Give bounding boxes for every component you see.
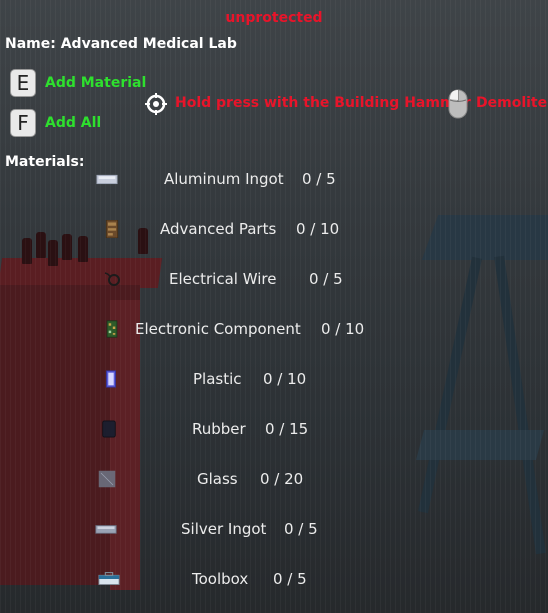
material-name: Advanced Parts: [160, 220, 277, 238]
material-name: Plastic: [193, 370, 242, 388]
add-material-action[interactable]: Add Material: [45, 75, 146, 91]
rubber-icon: [102, 420, 116, 438]
electronic-component-icon: [106, 320, 118, 338]
protection-status: unprotected: [225, 10, 323, 26]
material-count: 0 / 15: [265, 420, 309, 438]
material-row: Plastic 0 / 10: [0, 368, 548, 392]
material-name: Toolbox: [192, 570, 249, 588]
key-f-icon: F: [11, 110, 35, 136]
build-overlay: unprotected Name: Advanced Medical Lab E…: [0, 0, 548, 613]
electrical-wire-icon: [104, 272, 120, 286]
silver-ingot-icon: [95, 525, 117, 534]
material-name: Rubber: [192, 420, 246, 438]
material-row: Electrical Wire 0 / 5: [0, 268, 548, 292]
toolbox-icon: [98, 572, 120, 585]
material-count: 0 / 5: [284, 520, 318, 538]
material-row: Advanced Parts 0 / 10: [0, 218, 548, 242]
material-name: Glass: [197, 470, 238, 488]
material-count: 0 / 20: [260, 470, 304, 488]
material-row: Rubber 0 / 15: [0, 418, 548, 442]
material-name: Silver Ingot: [181, 520, 267, 538]
material-count: 0 / 10: [263, 370, 307, 388]
hold-press-hint: Hold press with the Building Hammer: [175, 95, 471, 111]
crosshair-icon: [145, 93, 167, 115]
material-row: Toolbox 0 / 5: [0, 568, 548, 592]
mouse-icon: [448, 89, 468, 119]
structure-name: Name: Advanced Medical Lab: [5, 36, 237, 52]
material-row: Electronic Component 0 / 10: [0, 318, 548, 342]
material-row: Silver Ingot 0 / 5: [0, 518, 548, 542]
demolite-hint: Demolite: [476, 95, 548, 111]
plastic-icon: [106, 370, 116, 388]
aluminum-ingot-icon: [96, 174, 118, 185]
material-count: 0 / 10: [296, 220, 340, 238]
material-count: 0 / 5: [302, 170, 336, 188]
key-e-icon: E: [11, 70, 35, 96]
material-count: 0 / 10: [321, 320, 365, 338]
add-all-action[interactable]: Add All: [45, 115, 101, 131]
glass-icon: [98, 470, 116, 488]
material-name: Electronic Component: [135, 320, 301, 338]
material-name: Electrical Wire: [169, 270, 277, 288]
material-row: Aluminum Ingot 0 / 5: [0, 168, 548, 192]
material-row: Glass 0 / 20: [0, 468, 548, 492]
material-count: 0 / 5: [309, 270, 343, 288]
material-count: 0 / 5: [273, 570, 307, 588]
advanced-parts-icon: [105, 220, 119, 238]
material-name: Aluminum Ingot: [164, 170, 284, 188]
